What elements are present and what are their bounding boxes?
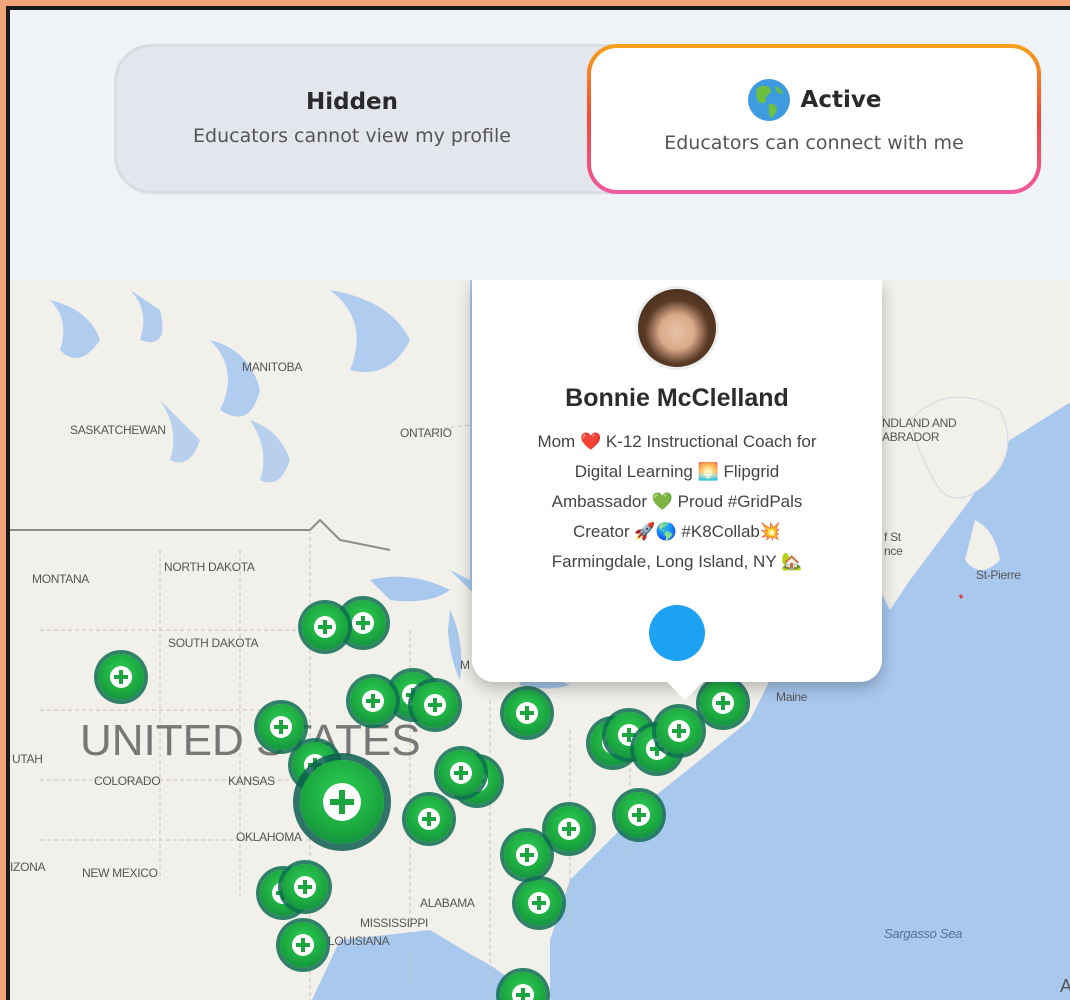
- profile-name: Bonnie McClelland: [565, 384, 789, 412]
- educator-marker[interactable]: [438, 750, 484, 796]
- label-st-fragment: f St: [884, 530, 901, 544]
- label-a-fragment: A: [1060, 976, 1070, 997]
- label-st-pierre: St-Pierre: [976, 568, 1021, 582]
- label-arizona: IZONA: [10, 860, 46, 874]
- label-utah: UTAH: [12, 752, 43, 766]
- label-manitoba: MANITOBA: [242, 360, 303, 374]
- label-labrador: ABRADOR: [882, 430, 940, 444]
- label-ontario: ONTARIO: [400, 426, 452, 440]
- label-south-dakota: SOUTH DAKOTA: [168, 636, 259, 650]
- bio-line: Digital Learning 🌅 Flipgrid: [574, 462, 780, 481]
- educator-map[interactable]: MANITOBA SASKATCHEWAN ONTARIO NDLAND AND…: [10, 280, 1070, 1000]
- educator-marker[interactable]: [98, 654, 144, 700]
- hidden-option-subtitle: Educators cannot view my profile: [193, 125, 511, 147]
- twitter-icon: [472, 280, 502, 305]
- educator-cluster-marker[interactable]: [300, 760, 384, 844]
- label-louisiana: LOUISIANA: [328, 934, 390, 948]
- educator-marker[interactable]: [700, 680, 746, 726]
- educator-marker[interactable]: [504, 832, 550, 878]
- bio-line: Farmingdale, Long Island, NY 🏡: [551, 552, 803, 571]
- app-frame: Hidden Educators cannot view my profile …: [6, 6, 1070, 1000]
- educator-marker[interactable]: [504, 690, 550, 736]
- label-new-mexico: NEW MEXICO: [82, 866, 158, 880]
- bio-line: Ambassador 💚 Proud #GridPals: [551, 492, 803, 511]
- bio-line: Creator 🚀🌎 #K8Collab💥: [572, 522, 782, 541]
- educator-marker[interactable]: [280, 922, 326, 968]
- label-sargasso-sea: Sargasso Sea: [884, 926, 963, 941]
- bio-line: Mom ❤️ K-12 Instructional Coach for: [537, 432, 817, 451]
- educator-marker[interactable]: [350, 678, 396, 724]
- educator-marker[interactable]: [406, 796, 452, 842]
- label-nce-fragment: nce: [884, 544, 903, 558]
- label-saskatchewan: SASKATCHEWAN: [70, 423, 166, 437]
- label-oklahoma: OKLAHOMA: [236, 830, 302, 844]
- active-option-subtitle: Educators can connect with me: [664, 132, 964, 154]
- educator-marker[interactable]: [546, 806, 592, 852]
- twitter-button[interactable]: [472, 280, 705, 661]
- avatar: [635, 286, 719, 370]
- educator-marker[interactable]: [258, 704, 304, 750]
- label-north-dakota: NORTH DAKOTA: [164, 560, 255, 574]
- educator-marker[interactable]: [302, 604, 348, 650]
- label-kansas: KANSAS: [228, 774, 275, 788]
- label-montana: MONTANA: [32, 572, 90, 586]
- label-m-fragment: M: [460, 658, 470, 672]
- visibility-toggle: Hidden Educators cannot view my profile …: [114, 44, 1037, 194]
- label-maine: Maine: [776, 690, 808, 704]
- educator-marker[interactable]: [516, 880, 562, 926]
- educator-marker[interactable]: [616, 792, 662, 838]
- educator-marker[interactable]: [656, 708, 702, 754]
- active-option-title: Active: [800, 87, 882, 113]
- label-colorado: COLORADO: [94, 774, 161, 788]
- label-newfoundland: NDLAND AND: [882, 416, 957, 430]
- label-mississippi: MISSISSIPPI: [360, 916, 429, 930]
- educator-marker[interactable]: [412, 682, 458, 728]
- profile-bio: Mom ❤️ K-12 Instructional Coach for Digi…: [500, 427, 854, 577]
- active-option[interactable]: Active Educators can connect with me: [587, 44, 1041, 194]
- educator-marker[interactable]: [282, 864, 328, 910]
- educator-profile-popup: Bonnie McClelland Mom ❤️ K-12 Instructio…: [472, 280, 882, 700]
- hidden-option-title: Hidden: [305, 89, 399, 115]
- globe-americas-icon: [747, 79, 790, 121]
- hidden-option[interactable]: Hidden Educators cannot view my profile: [117, 47, 587, 191]
- active-option-title-row: Active: [591, 78, 1037, 122]
- label-alabama: ALABAMA: [420, 896, 475, 910]
